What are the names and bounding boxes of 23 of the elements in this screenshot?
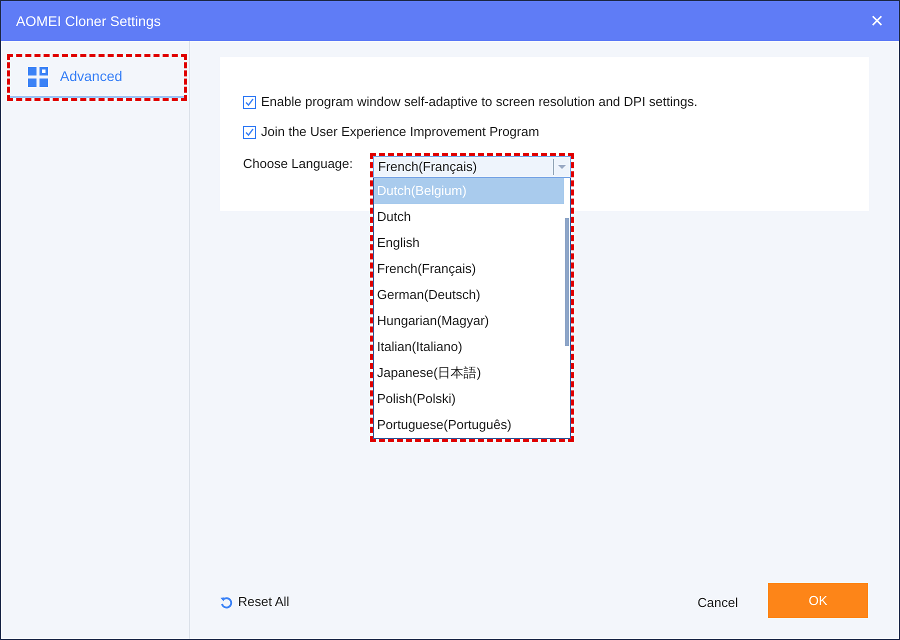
window-title: AOMEI Cloner Settings bbox=[16, 12, 161, 31]
language-option[interactable]: Italian(Italiano) bbox=[374, 334, 564, 360]
cancel-button[interactable]: Cancel bbox=[698, 593, 738, 609]
checkbox[interactable] bbox=[243, 96, 256, 108]
reset-icon bbox=[220, 596, 233, 608]
option-label: Enable program window self-adaptive to screen resolution and DPI settings. bbox=[261, 93, 698, 112]
field-label: Choose Language: bbox=[243, 155, 353, 174]
checkbox[interactable] bbox=[243, 126, 256, 138]
scrollbar[interactable] bbox=[565, 218, 569, 346]
language-option[interactable]: Japanese(日本語) bbox=[374, 360, 564, 386]
language-option[interactable]: Hungarian(Magyar) bbox=[374, 308, 564, 334]
reset-all-button[interactable]: Reset All bbox=[220, 594, 290, 610]
language-option[interactable]: French(Français) bbox=[374, 256, 564, 282]
close-button[interactable]: × bbox=[865, 10, 889, 32]
option-label: Join the User Experience Improvement Program bbox=[261, 123, 540, 142]
language-dropdown[interactable]: French(Français) Dutch(Belgium) Dutch English French(Français) German(Deutsch) Hungarian(Magyar) Italian(Italiano) Japanese(日本語) Polish(Polski) Portuguese(Português) bbox=[373, 156, 571, 439]
grid-icon bbox=[28, 66, 48, 86]
language-option[interactable]: German(Deutsch) bbox=[374, 282, 564, 308]
language-option[interactable]: English bbox=[374, 230, 564, 256]
language-option[interactable]: Dutch bbox=[374, 204, 564, 230]
dropdown-value: French(Français) bbox=[377, 158, 478, 176]
language-option[interactable]: Polish(Polski) bbox=[374, 386, 564, 412]
language-option[interactable]: Portuguese(Português) bbox=[374, 412, 564, 438]
